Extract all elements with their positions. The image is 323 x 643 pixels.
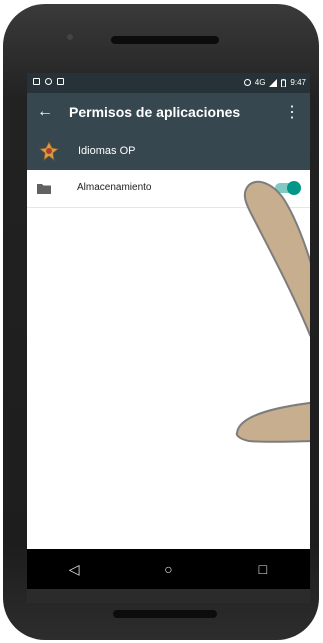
app-bar: ← Permisos de aplicaciones ⋮ [27,93,310,133]
nav-back-icon[interactable]: ◁ [59,554,89,584]
status-right-icons: 4G 9:47 [243,78,306,87]
more-vertical-icon[interactable]: ⋮ [284,103,300,123]
wifi-icon [45,78,52,85]
signal-icon [269,78,278,87]
app-name: Idiomas OP [78,145,136,157]
status-bar: 4G 9:47 [27,73,310,93]
notification-icon [57,78,64,85]
toggle-knob [287,181,301,195]
screen: 4G 9:47 ← Permisos de aplicaciones ⋮ Idi… [27,73,310,603]
bottom-bezel-strip [27,589,310,603]
top-speaker [111,36,219,44]
image-icon [33,78,40,85]
storage-toggle[interactable] [275,181,301,195]
arrow-left-icon[interactable]: ← [37,102,53,122]
nav-recents-icon[interactable]: □ [248,554,278,584]
network-type: 4G [254,78,266,87]
front-camera [67,34,73,40]
bottom-speaker [113,610,217,618]
page-title: Permisos de aplicaciones [69,104,241,120]
status-left-icons [33,78,64,85]
permission-label: Almacenamiento [77,182,152,193]
alarm-icon [243,79,251,86]
app-logo-icon [39,141,59,161]
folder-icon [37,184,51,194]
phone-frame: 4G 9:47 ← Permisos de aplicaciones ⋮ Idi… [3,4,319,640]
clock: 9:47 [290,78,306,87]
battery-icon [281,78,287,87]
navigation-bar: ◁ ○ □ [27,549,310,589]
permission-row-storage[interactable]: Almacenamiento [27,170,310,208]
nav-home-icon[interactable]: ○ [153,554,183,584]
app-header: Idiomas OP [27,133,310,170]
